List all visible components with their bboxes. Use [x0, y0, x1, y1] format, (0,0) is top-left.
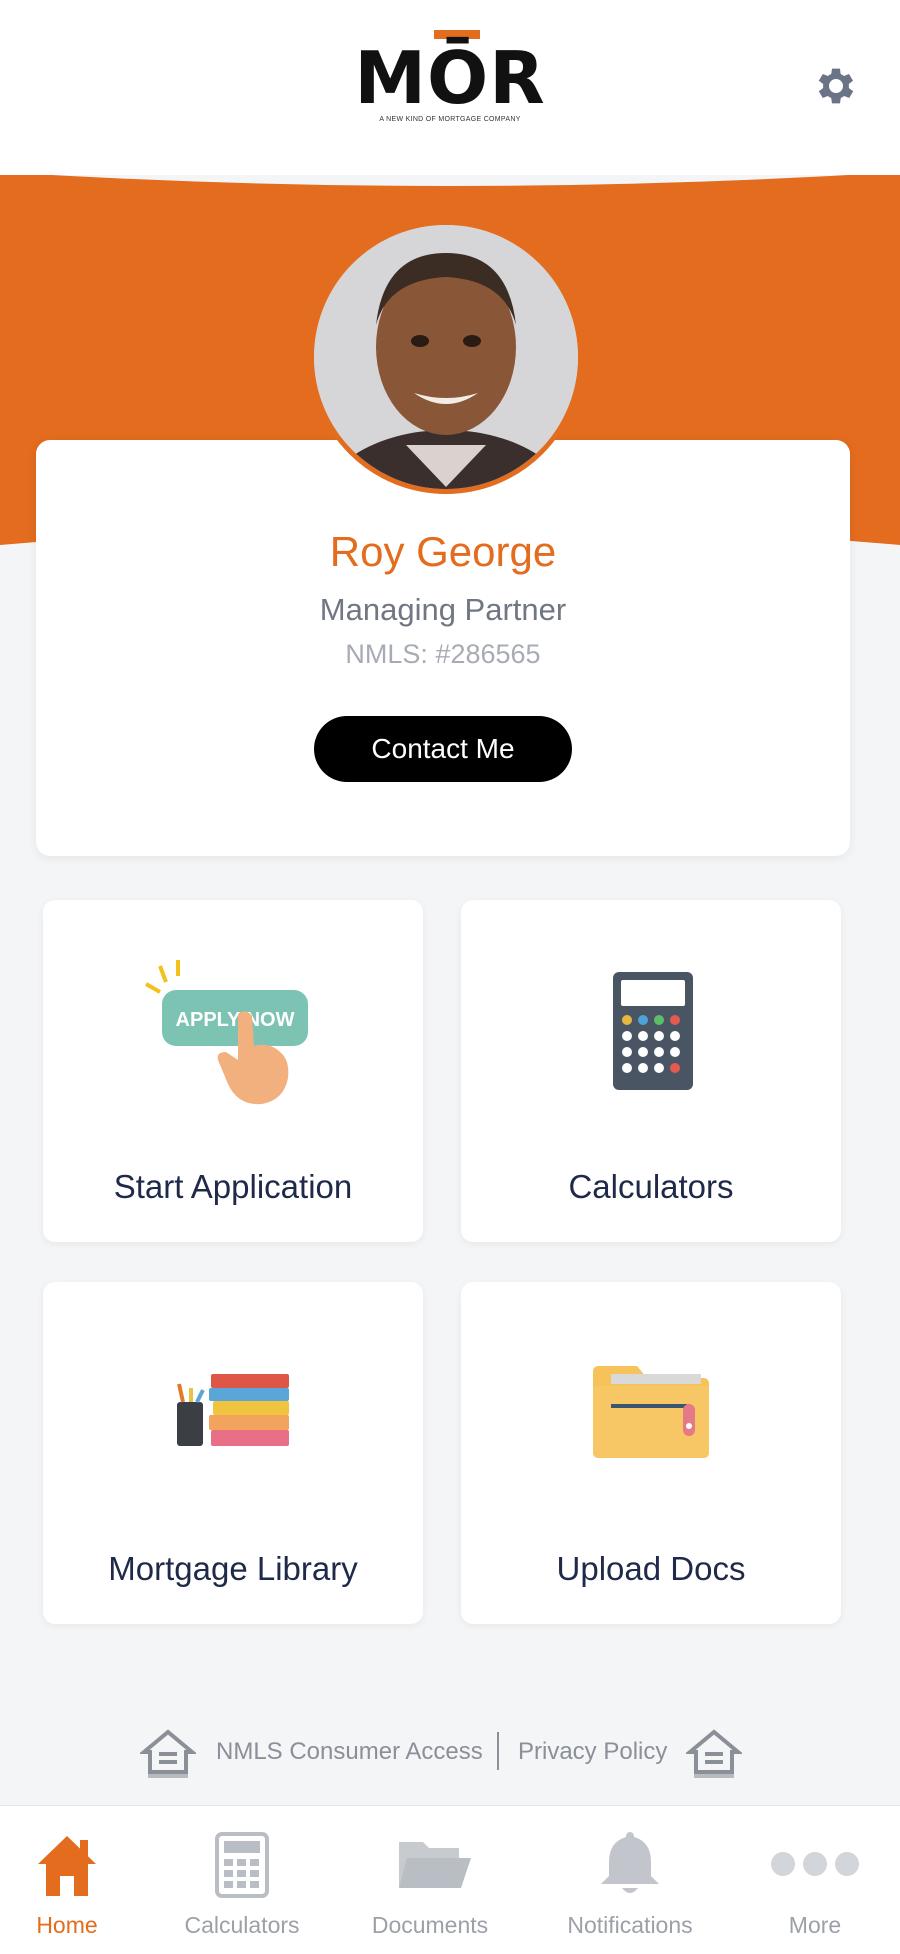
tile-calculators[interactable]: Calculators — [461, 900, 841, 1242]
nmls-number: NMLS: #286565 — [345, 639, 541, 669]
apply-now-icon: APPLY NOW — [145, 960, 308, 1105]
calculator-icon — [613, 972, 693, 1090]
tab-documents[interactable]: Documents — [340, 1806, 520, 1954]
folder-icon — [593, 1366, 709, 1458]
tile-label: Mortgage Library — [108, 1550, 358, 1587]
tab-label: Documents — [371, 1912, 489, 1938]
tile-start-application[interactable]: APPLY NOW Start Application — [43, 900, 423, 1242]
tab-home[interactable]: Home — [0, 1806, 157, 1954]
loan-officer-avatar — [309, 220, 583, 494]
tab-label: Calculators — [184, 1912, 300, 1938]
loan-officer-title: Managing Partner — [319, 592, 567, 627]
apply-now-text: APPLY NOW — [176, 1009, 295, 1031]
books-icon — [177, 1374, 289, 1446]
mor-logo: MŌR A NEW KIND OF MORTGAGE COMPANY — [350, 30, 550, 130]
loan-officer-name: Roy George — [329, 528, 557, 575]
tab-more[interactable]: More — [725, 1806, 900, 1954]
tile-label: Start Application — [113, 1168, 353, 1205]
tile-upload-docs[interactable]: Upload Docs — [461, 1282, 841, 1624]
footer-links: NMLS Consumer Access Privacy Policy — [0, 1722, 900, 1782]
contact-me-button[interactable]: Contact Me — [314, 716, 572, 782]
footer-separator — [497, 1732, 499, 1770]
logo-text: MŌR — [354, 36, 546, 120]
tile-label: Calculators — [568, 1168, 734, 1205]
gear-icon[interactable] — [812, 62, 860, 110]
avatar-photo — [314, 225, 578, 489]
equal-housing-icon — [686, 1729, 742, 1778]
tab-label: Notifications — [567, 1912, 693, 1938]
privacy-policy-link[interactable]: Privacy Policy — [518, 1738, 667, 1766]
profile-card: Roy George Managing Partner NMLS: #28656… — [36, 440, 850, 856]
bottom-tab-bar: Home Calculators Documents Notifications — [0, 1805, 900, 1954]
tab-calculators[interactable]: Calculators — [152, 1806, 332, 1954]
tab-notifications[interactable]: Notifications — [540, 1806, 720, 1954]
home-icon — [38, 1836, 96, 1896]
tile-mortgage-library[interactable]: Mortgage Library — [43, 1282, 423, 1624]
nmls-consumer-access-link[interactable]: NMLS Consumer Access — [216, 1738, 483, 1766]
tile-label: Upload Docs — [556, 1550, 746, 1587]
tab-label: Home — [36, 1912, 98, 1938]
app-header: MŌR A NEW KIND OF MORTGAGE COMPANY — [0, 0, 900, 175]
bell-icon — [601, 1832, 659, 1893]
logo-tagline: A NEW KIND OF MORTGAGE COMPANY — [379, 116, 521, 123]
tab-label: More — [788, 1912, 842, 1938]
calculator-icon — [215, 1832, 269, 1898]
equal-housing-icon — [140, 1729, 196, 1778]
folder-icon — [399, 1842, 471, 1888]
more-icon — [771, 1852, 859, 1876]
